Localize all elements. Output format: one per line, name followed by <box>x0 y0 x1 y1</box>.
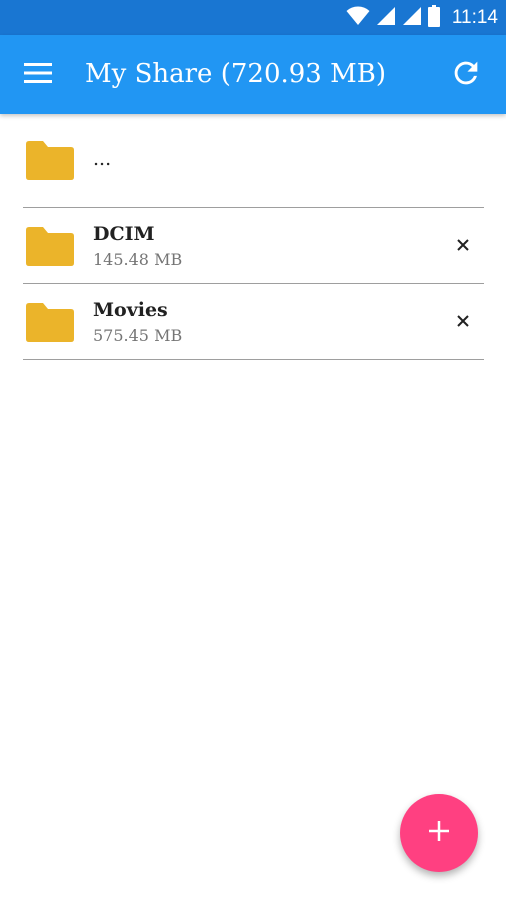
list-item[interactable]: DCIM 145.48 MB <box>23 208 484 284</box>
app-bar: My Share (720.93 MB) <box>0 35 506 114</box>
list-item[interactable]: Movies 575.45 MB <box>23 284 484 360</box>
file-list: ... DCIM 145.48 MB Movies 575.45 MB <box>23 114 484 360</box>
parent-directory-label: ... <box>93 148 112 170</box>
close-icon <box>456 237 470 256</box>
close-icon <box>456 313 470 332</box>
menu-icon <box>24 63 52 87</box>
status-bar: 11:14 <box>0 0 506 35</box>
refresh-button[interactable] <box>446 55 486 95</box>
item-size: 145.48 MB <box>93 250 183 269</box>
folder-icon <box>26 302 74 346</box>
parent-directory-row[interactable]: ... <box>23 114 484 208</box>
page-title: My Share (720.93 MB) <box>85 59 386 89</box>
status-icons: 11:14 <box>346 0 498 35</box>
add-button[interactable] <box>400 794 478 872</box>
signal-icon <box>376 6 396 30</box>
refresh-icon <box>449 56 483 94</box>
add-icon <box>427 819 451 847</box>
folder-icon <box>26 226 74 270</box>
signal-icon <box>402 6 422 30</box>
item-name: Movies <box>93 299 168 321</box>
remove-button[interactable] <box>448 231 478 261</box>
battery-icon <box>427 4 440 31</box>
item-name: DCIM <box>93 223 155 245</box>
remove-button[interactable] <box>448 307 478 337</box>
folder-icon <box>26 140 74 184</box>
menu-button[interactable] <box>18 55 58 95</box>
wifi-icon <box>346 6 370 30</box>
item-size: 575.45 MB <box>93 326 183 345</box>
status-time: 11:14 <box>451 6 498 28</box>
